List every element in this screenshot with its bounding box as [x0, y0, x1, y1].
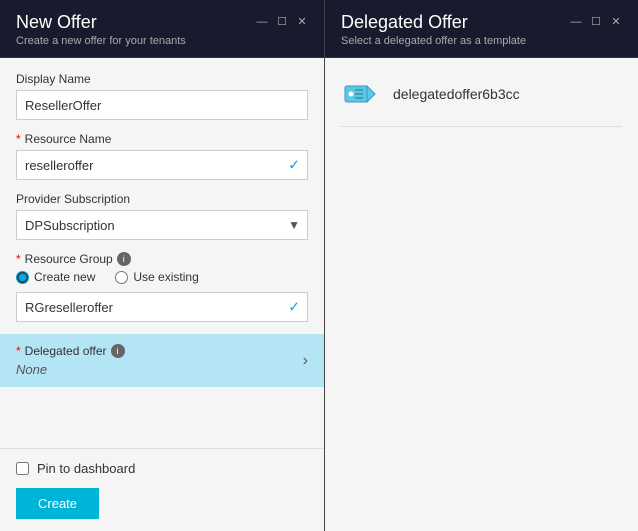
- resource-group-label: * Resource Group i: [16, 252, 308, 266]
- resource-name-input[interactable]: [16, 150, 308, 180]
- delegated-offer-info-icon[interactable]: i: [111, 344, 125, 358]
- right-panel-body: delegatedoffer6b3cc: [325, 58, 638, 531]
- use-existing-label: Use existing: [133, 270, 198, 284]
- delegated-offer-content: * Delegated offer i None: [16, 344, 125, 377]
- create-new-radio[interactable]: [16, 271, 29, 284]
- left-panel-title-row: New Offer — ☐ ✕: [16, 12, 308, 33]
- pin-to-dashboard-label: Pin to dashboard: [37, 461, 135, 476]
- provider-subscription-group: Provider Subscription DPSubscription ▼: [16, 192, 308, 240]
- left-panel-body: Display Name * Resource Name ✓ Provider …: [0, 58, 324, 448]
- left-panel-subtitle: Create a new offer for your tenants: [16, 35, 308, 47]
- right-minimize-button[interactable]: —: [570, 17, 582, 29]
- resource-group-group: * Resource Group i Create new Use existi…: [16, 252, 308, 322]
- resource-group-radio-group: Create new Use existing: [16, 270, 308, 284]
- resource-group-input-wrapper: ✓: [16, 292, 308, 322]
- right-panel-title-row: Delegated Offer — ☐ ✕: [341, 12, 622, 33]
- pin-to-dashboard-checkbox[interactable]: [16, 462, 29, 475]
- left-panel-footer: Pin to dashboard Create: [0, 448, 324, 531]
- delegated-offer-panel: Delegated Offer — ☐ ✕ Select a delegated…: [325, 0, 638, 531]
- create-new-label: Create new: [34, 270, 95, 284]
- left-panel-header: New Offer — ☐ ✕ Create a new offer for y…: [0, 0, 324, 58]
- display-name-group: Display Name: [16, 72, 308, 120]
- resource-name-input-wrapper: ✓: [16, 150, 308, 180]
- left-maximize-button[interactable]: ☐: [276, 17, 288, 29]
- right-maximize-button[interactable]: ☐: [590, 17, 602, 29]
- resource-group-input[interactable]: [16, 292, 308, 322]
- resource-group-required: *: [16, 252, 21, 266]
- left-minimize-button[interactable]: —: [256, 17, 268, 29]
- resource-name-required: *: [16, 132, 21, 146]
- right-window-controls: — ☐ ✕: [570, 17, 622, 29]
- delegated-offer-value: None: [16, 362, 125, 377]
- offer-list-item[interactable]: delegatedoffer6b3cc: [341, 74, 622, 127]
- delegated-offer-label: * Delegated offer i: [16, 344, 125, 358]
- left-panel-title: New Offer: [16, 12, 97, 33]
- resource-name-check-icon: ✓: [288, 157, 300, 174]
- offer-name: delegatedoffer6b3cc: [393, 86, 520, 102]
- display-name-input-wrapper: [16, 90, 308, 120]
- offer-icon: [341, 74, 381, 114]
- provider-subscription-select[interactable]: DPSubscription: [16, 210, 308, 240]
- create-new-radio-label[interactable]: Create new: [16, 270, 95, 284]
- display-name-label: Display Name: [16, 72, 308, 86]
- resource-group-check-icon: ✓: [288, 299, 300, 316]
- left-window-controls: — ☐ ✕: [256, 17, 308, 29]
- delegated-offer-section[interactable]: * Delegated offer i None ›: [0, 334, 324, 387]
- offer-tag-svg: [343, 76, 379, 112]
- use-existing-radio-label[interactable]: Use existing: [115, 270, 198, 284]
- right-panel-title: Delegated Offer: [341, 12, 468, 33]
- provider-subscription-label: Provider Subscription: [16, 192, 308, 206]
- right-panel-header: Delegated Offer — ☐ ✕ Select a delegated…: [325, 0, 638, 58]
- resource-name-label: * Resource Name: [16, 132, 308, 146]
- delegated-offer-required: *: [16, 344, 21, 358]
- pin-to-dashboard-row: Pin to dashboard: [16, 461, 308, 476]
- delegated-offer-chevron-icon: ›: [303, 352, 308, 370]
- new-offer-panel: New Offer — ☐ ✕ Create a new offer for y…: [0, 0, 325, 531]
- display-name-input[interactable]: [16, 90, 308, 120]
- left-close-button[interactable]: ✕: [296, 17, 308, 29]
- resource-name-group: * Resource Name ✓: [16, 132, 308, 180]
- right-close-button[interactable]: ✕: [610, 17, 622, 29]
- right-panel-subtitle: Select a delegated offer as a template: [341, 35, 622, 47]
- use-existing-radio[interactable]: [115, 271, 128, 284]
- resource-group-info-icon[interactable]: i: [117, 252, 131, 266]
- create-button[interactable]: Create: [16, 488, 99, 519]
- provider-subscription-select-wrapper: DPSubscription ▼: [16, 210, 308, 240]
